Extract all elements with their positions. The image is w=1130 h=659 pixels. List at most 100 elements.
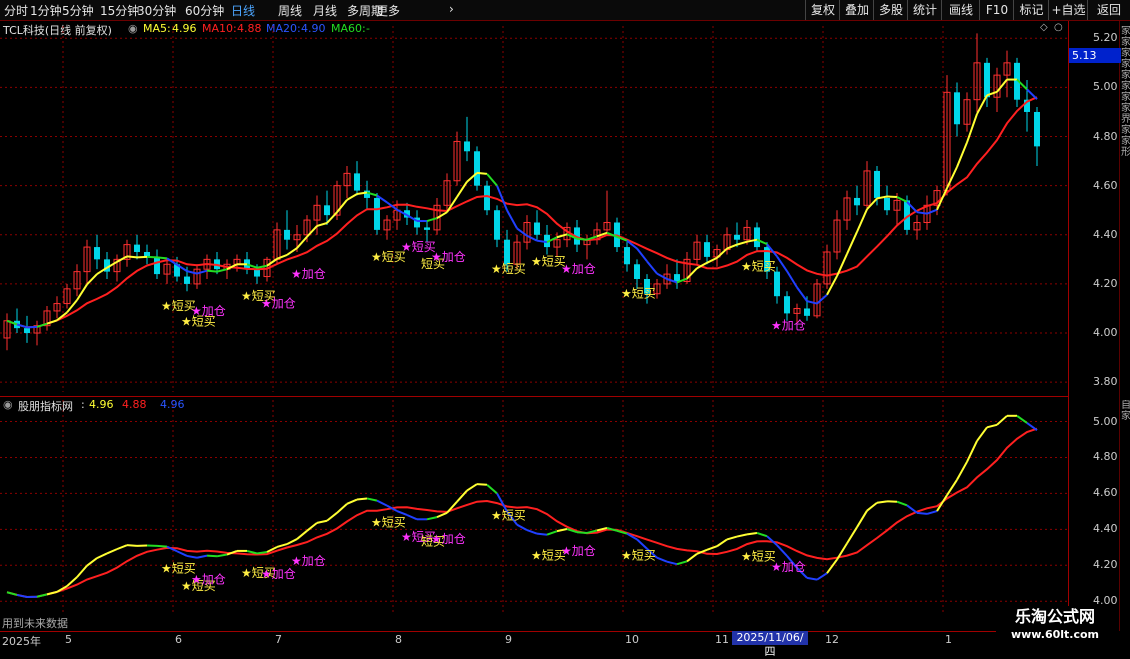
sub-axis-label-4: 4.20 [1093,558,1118,571]
right-strip-separator [1119,21,1120,631]
candle-body-77 [774,272,780,297]
sub-trend-line-seg-81 [807,578,817,580]
kline-chart-svg[interactable]: ★短买★短买★短买★短买★加仓★加仓★短买★短买★加仓★加仓★加仓★加仓★短买★… [0,0,1068,631]
ma5-line-seg-73 [727,245,737,249]
sub-trend-line-seg-100 [997,416,1007,425]
ma5-line-seg-86 [857,209,867,232]
sub-trend-line-seg-48 [477,484,487,485]
candle-body-85 [854,198,860,205]
candle-body-46 [464,141,470,151]
indicator-value-1: 4.96 [89,398,114,411]
candle-body-28 [284,230,290,240]
sub-trend-line-seg-68 [677,561,687,564]
candle-body-78 [784,296,790,313]
ma5-line-seg-45 [447,197,457,212]
tool-button-8[interactable]: 返回 [1087,0,1130,20]
indicator-value-2: 4.88 [122,398,147,411]
sub-trend-line-seg-94 [937,495,947,511]
main-axis-label-6: 4.00 [1093,326,1118,339]
ma5-line-seg-32 [317,223,327,226]
signal-sub-12: ★加仓 [561,544,596,558]
ma5-line-seg-80 [797,287,807,301]
sub-trend-line-seg-54 [537,534,547,535]
candle-body-49 [494,210,500,239]
signal-sub-13: ★短买 [621,549,656,563]
sub-trend-line-seg-19 [187,556,197,558]
sub-trend-line-seg-75 [747,533,757,534]
sub-axis-label-5: 4.00 [1093,594,1118,607]
ma5-line-seg-34 [337,200,347,212]
sub-trend-line-seg-34 [337,504,347,513]
ma5-line-seg-29 [287,248,297,255]
candle-body-37 [374,198,380,230]
signal-main-13: ★短买 [621,287,656,301]
ma5-line-seg-65 [647,261,657,273]
ma5-line-seg-19 [187,271,197,273]
candle-body-2 [24,328,30,333]
ma10-line [7,97,1037,327]
sub-trend-line-seg-10 [97,553,107,558]
signal-sub-5: ★加仓 [291,554,326,568]
sub-trend-line-seg-90 [897,502,907,506]
sub-trend-line-seg-83 [827,560,837,574]
ma5-line-seg-51 [507,210,517,228]
sub-trend-line-seg-25 [247,551,257,554]
main-axis-label-4: 4.40 [1093,228,1118,241]
sub-trend-line-seg-55 [547,531,557,535]
sub-trend-line-seg-28 [277,544,287,547]
candle-body-87 [874,171,880,198]
ma5-line-seg-56 [557,234,567,237]
sub-trend-line-seg-8 [77,566,87,577]
sub-trend-line-seg-46 [457,491,467,502]
sub-trend-line-seg-74 [737,534,747,536]
sub-trend-line-seg-66 [657,558,667,562]
sub-trend-line-seg-64 [637,539,647,548]
ma5-line-seg-43 [427,218,437,221]
main-axis-label-2: 4.80 [1093,130,1118,143]
ma5-line-seg-26 [257,266,267,268]
ma5-line-seg-44 [437,212,447,218]
main-axis-label-5: 4.20 [1093,277,1118,290]
signal-main-5: ★加仓 [291,267,326,281]
ma5-line-seg-82 [817,295,827,304]
candle-body-88 [884,198,890,210]
right-info-strip[interactable]: 家家家家家家家家界家家形 [1121,26,1130,394]
ma5-line-seg-94 [937,188,947,210]
ma5-line-seg-93 [927,210,937,214]
ma5-line-seg-21 [207,271,217,272]
signal-main-12: ★加仓 [561,262,596,276]
candle-body-63 [634,264,640,279]
sub-trend-line-seg-22 [217,555,227,557]
main-axis-label-1: 5.00 [1093,80,1118,93]
indicator-icon[interactable]: ◉ [3,398,13,411]
candle-body-95 [954,92,960,124]
sub-trend-line-seg-21 [207,556,217,557]
candle-body-98 [984,63,990,97]
ma5-line-seg-97 [967,114,977,142]
main-axis-label-3: 4.60 [1093,179,1118,192]
site-watermark: 乐淘公式网 www.60lt.com [996,606,1114,648]
sub-trend-line-seg-92 [917,513,927,514]
axis-separator [1068,21,1069,631]
date-label-6: 10 [625,633,639,646]
date-label-8: 12 [825,633,839,646]
candle-body-36 [364,191,370,198]
right-info-strip-sub[interactable]: 自家 [1121,400,1130,430]
signal-main-9: ★加仓 [431,250,466,264]
indicator-colon: : [81,398,85,411]
date-axis: 2025年567891011121 [0,631,1068,651]
candle-body-32 [324,205,330,215]
sub-trend-line-seg-91 [907,505,917,513]
sub-trend-line-seg-62 [617,531,627,534]
sub-trend-line-seg-87 [867,503,877,511]
candle-body-70 [704,242,710,257]
candle-body-15 [154,257,160,274]
ma5-line-seg-9 [87,274,97,284]
sub-trend-line-seg-103 [1027,423,1037,430]
date-label-4: 8 [395,633,402,646]
sub-trend-line-seg-76 [757,533,767,536]
sub-trend-line-seg-93 [927,511,937,514]
sub-axis-label-3: 4.40 [1093,522,1118,535]
sub-trend-line-seg-97 [967,441,977,462]
sub-trend-line-seg-67 [667,562,677,565]
